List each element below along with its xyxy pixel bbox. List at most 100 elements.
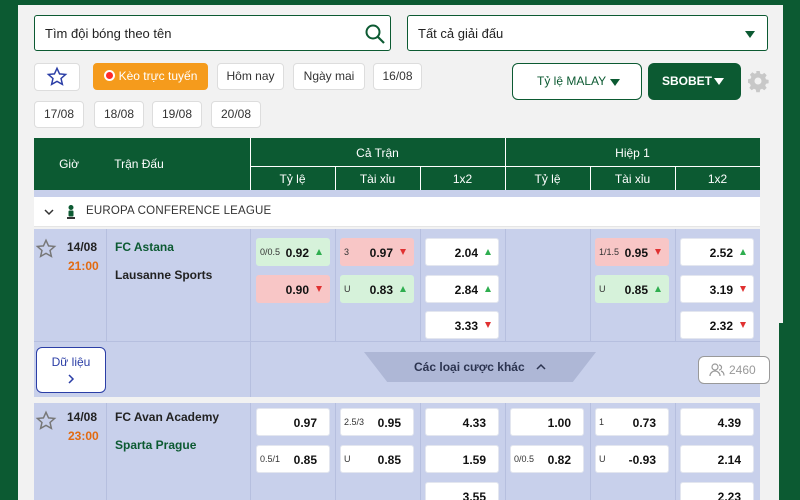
app-panel: Tìm đội bóng theo tên Tất cả giải đấu Kè…: [18, 5, 783, 500]
live-dot-icon: [103, 70, 115, 81]
favorites-button[interactable]: [34, 63, 80, 91]
date-button[interactable]: 17/08: [34, 101, 84, 128]
odds-cell[interactable]: 0/0.5 0.92: [256, 238, 330, 266]
home-team[interactable]: FC Astana: [115, 240, 174, 254]
odds-cell[interactable]: 1.59: [425, 445, 499, 473]
col-h1-1x2: 1x2: [707, 172, 728, 186]
bookmaker-label: SBOBET: [662, 74, 713, 88]
search-icon[interactable]: [364, 23, 386, 45]
odds-cell[interactable]: 2.52: [680, 238, 754, 266]
col-ft-handicap: Tỷ lệ: [279, 172, 306, 186]
odds-value: 0.95: [624, 246, 648, 260]
star-icon: [46, 66, 68, 86]
total-line: 2.5/3: [344, 417, 365, 427]
odds-cell[interactable]: 2.84: [425, 275, 499, 303]
arrow-down-icon: [655, 249, 661, 255]
col-h1-over-under: Tài xỉu: [614, 172, 651, 186]
col-ft-1x2: 1x2: [452, 172, 473, 186]
league-name: EUROPA CONFERENCE LEAGUE: [86, 205, 272, 217]
bookmaker-select[interactable]: SBOBET: [648, 63, 741, 100]
date-button[interactable]: 19/08: [152, 101, 202, 128]
date-button[interactable]: 16/08: [373, 63, 422, 90]
odds-cell[interactable]: U -0.93: [595, 445, 669, 473]
odds-cell[interactable]: 4.39: [680, 408, 754, 436]
odds-cell[interactable]: 2.32: [680, 311, 754, 339]
arrow-down-icon: [400, 249, 406, 255]
odds-value: 0.82: [547, 453, 571, 467]
col-time: Giờ: [59, 157, 79, 171]
arrow-up-icon: [400, 286, 406, 292]
arrow-down-icon: [485, 322, 491, 328]
odds-cell[interactable]: U 0.85: [595, 275, 669, 303]
under-label: U: [344, 454, 351, 464]
live-odds-button[interactable]: Kèo trực tuyến: [93, 63, 208, 90]
star-icon[interactable]: [35, 238, 57, 260]
search-input[interactable]: Tìm đội bóng theo tên: [34, 15, 391, 51]
tomorrow-button[interactable]: Ngày mai: [293, 63, 365, 90]
data-button[interactable]: Dữ liệu: [36, 347, 106, 393]
odds-value: 2.52: [709, 246, 733, 260]
odds-cell[interactable]: 3.55: [425, 482, 499, 500]
arrow-down-icon: [316, 286, 322, 292]
scrollbar[interactable]: [779, 323, 783, 500]
odds-cell[interactable]: 0.5/1 0.85: [256, 445, 330, 473]
odds-cell[interactable]: 0.90: [256, 275, 330, 303]
odds-cell[interactable]: 2.14: [680, 445, 754, 473]
more-bets-row: Dữ liệu Các loại cược khác 2460: [34, 341, 770, 397]
odds-value: 1.59: [462, 453, 486, 467]
league-select[interactable]: Tất cả giải đấu: [407, 15, 768, 51]
odds-cell[interactable]: 1 0.73: [595, 408, 669, 436]
viewers-badge[interactable]: 2460: [698, 356, 770, 384]
arrow-up-icon: [316, 249, 322, 255]
odds-cell[interactable]: 3 0.97: [340, 238, 414, 266]
odds-cell[interactable]: U 0.85: [340, 445, 414, 473]
odds-cell[interactable]: U 0.83: [340, 275, 414, 303]
match-row: 14/08 21:00 FC Astana Lausanne Sports 0/…: [34, 229, 760, 341]
arrow-up-icon: [655, 286, 661, 292]
star-icon[interactable]: [35, 410, 57, 432]
match-date: 14/08: [67, 410, 98, 424]
odds-value: 3.33: [454, 319, 478, 333]
odds-cell[interactable]: 0.97: [256, 408, 330, 436]
arrow-up-icon: [485, 286, 491, 292]
arrow-down-icon: [740, 322, 746, 328]
match-time: 21:00: [68, 259, 99, 273]
odds-cell[interactable]: 3.19: [680, 275, 754, 303]
col-full-match: Cả Trận: [356, 146, 399, 160]
odds-value: 2.14: [717, 453, 741, 467]
odds-type-select[interactable]: Tỷ lệ MALAY: [512, 63, 642, 100]
gear-icon[interactable]: [746, 69, 770, 93]
odds-value: 2.23: [717, 490, 741, 500]
odds-cell[interactable]: 4.33: [425, 408, 499, 436]
other-bets-toggle[interactable]: Các loại cược khác: [364, 352, 596, 382]
odds-value: 0.97: [293, 416, 317, 430]
live-label: Kèo trực tuyến: [118, 69, 198, 83]
chevron-down-icon: [610, 79, 620, 86]
odds-cell[interactable]: 3.33: [425, 311, 499, 339]
odds-cell[interactable]: 0/0.5 0.82: [510, 445, 584, 473]
odds-cell[interactable]: 1/1.5 0.95: [595, 238, 669, 266]
odds-value: 2.32: [709, 319, 733, 333]
date-button[interactable]: 18/08: [94, 101, 144, 128]
odds-value: 0.90: [285, 283, 309, 297]
match-time: 23:00: [68, 429, 99, 443]
date-button[interactable]: 20/08: [211, 101, 261, 128]
chevron-down-icon[interactable]: [44, 207, 54, 217]
odds-value: 3.55: [462, 490, 486, 500]
arrow-up-icon: [740, 249, 746, 255]
odds-cell[interactable]: 2.23: [680, 482, 754, 500]
odds-value: 2.84: [454, 283, 478, 297]
league-header[interactable]: EUROPA CONFERENCE LEAGUE: [34, 197, 760, 227]
away-team[interactable]: Sparta Prague: [115, 438, 196, 452]
handicap-line: 0/0.5: [260, 247, 281, 257]
chevron-up-icon: [536, 363, 546, 370]
today-button[interactable]: Hôm nay: [217, 63, 284, 90]
away-team[interactable]: Lausanne Sports: [115, 268, 212, 282]
odds-value: 0.97: [369, 246, 393, 260]
odds-cell[interactable]: 2.5/3 0.95: [340, 408, 414, 436]
odds-value: 0.95: [377, 416, 401, 430]
home-team[interactable]: FC Avan Academy: [115, 410, 219, 424]
odds-cell[interactable]: 2.04: [425, 238, 499, 266]
odds-cell[interactable]: 1.00: [510, 408, 584, 436]
odds-type-label: Tỷ lệ MALAY: [537, 74, 607, 88]
